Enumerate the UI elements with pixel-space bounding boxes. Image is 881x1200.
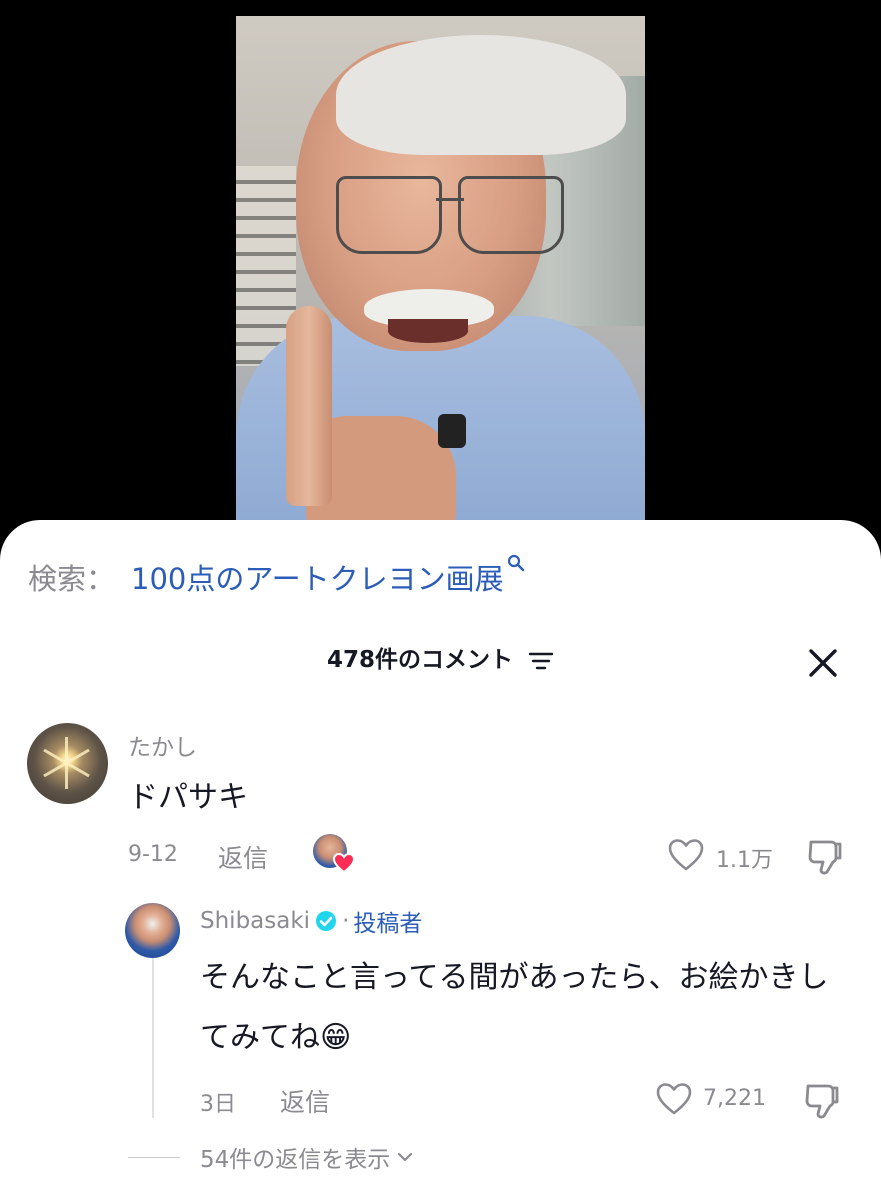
separator-dot: ·	[342, 908, 350, 934]
search-suggestion[interactable]: 検索： 100点のアートクレヨン画展	[28, 554, 525, 598]
like-heart-icon[interactable]	[655, 1082, 693, 1116]
close-icon	[809, 649, 837, 677]
search-prefix: 検索：	[28, 562, 116, 596]
comment-date: 3日	[200, 1092, 236, 1117]
author-badge: 投稿者	[353, 911, 423, 937]
view-replies-label: 54件の返信を表示	[200, 1147, 391, 1173]
divider	[128, 1156, 180, 1158]
search-query-link[interactable]: 100点のアートクレヨン画展	[131, 556, 504, 598]
heart-icon	[333, 853, 355, 873]
comments-header: 478件のコメント	[0, 640, 881, 676]
avatar[interactable]	[125, 903, 180, 958]
comments-count: 478件のコメント	[326, 647, 513, 673]
view-replies-button[interactable]: 54件の返信を表示	[128, 1140, 414, 1174]
search-icon	[507, 554, 525, 576]
avatar[interactable]	[27, 723, 108, 804]
reply-header: Shibasaki · 投稿者	[200, 904, 422, 938]
dislike-icon[interactable]	[805, 836, 845, 876]
presenter-glasses	[336, 176, 564, 256]
reply-button[interactable]: 返信	[218, 839, 268, 875]
like-count: 7,221	[703, 1086, 766, 1111]
comment-text: ドパサキ	[128, 780, 248, 815]
verified-icon	[316, 911, 337, 931]
dislike-icon[interactable]	[802, 1080, 842, 1120]
presenter-face	[296, 35, 626, 351]
like-count: 1.1万	[716, 848, 773, 873]
close-button[interactable]	[805, 645, 841, 681]
presenter-mouth	[388, 319, 468, 343]
presenter-raised-finger	[286, 306, 332, 506]
reply-button[interactable]: 返信	[280, 1083, 330, 1119]
comment-username[interactable]: Shibasaki	[200, 908, 310, 934]
video-player[interactable]	[236, 16, 645, 526]
thread-line	[152, 940, 154, 1118]
comment-username[interactable]: たかし	[128, 728, 197, 762]
presenter-hair	[336, 35, 626, 155]
comments-sheet: 検索： 100点のアートクレヨン画展 478件のコメント たかし ドパサキ 9-…	[0, 520, 881, 1200]
comment-text: そんなこと言ってる間があったら、お絵かきしてみてね😁	[200, 960, 829, 1055]
chevron-down-icon	[398, 1152, 413, 1162]
lapel-microphone	[438, 414, 466, 448]
comment-date: 9-12	[128, 842, 178, 867]
sort-icon[interactable]	[528, 650, 554, 676]
like-heart-icon[interactable]	[667, 838, 705, 872]
